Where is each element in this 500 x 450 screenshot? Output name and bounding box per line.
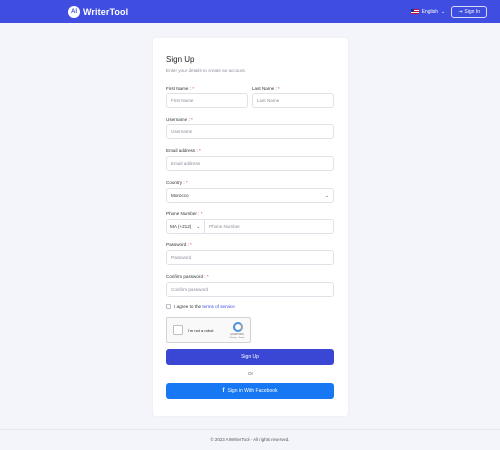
confirm-password-placeholder: Confirm password: [171, 287, 209, 292]
facebook-signin-label: Sign in With Facebook: [227, 388, 278, 394]
language-selector[interactable]: English ⌄: [410, 8, 446, 15]
top-navbar: AI WriterTool English ⌄ ⇥ Sign In: [0, 0, 500, 23]
page-subtitle: Enter your details to create an account.: [166, 68, 246, 73]
chevron-down-icon: ⌄: [324, 193, 329, 199]
username-input[interactable]: Username: [166, 124, 334, 139]
terms-checkbox[interactable]: [166, 304, 171, 309]
first-name-input[interactable]: First Name: [166, 93, 248, 108]
navbar-actions: English ⌄ ⇥ Sign In: [410, 5, 487, 18]
username-label: Username : *: [166, 117, 193, 122]
first-name-label-text: First Name :: [166, 86, 192, 91]
recaptcha-checkbox[interactable]: [173, 325, 183, 335]
email-placeholder: Email address: [171, 161, 201, 166]
last-name-label-text: Last Name :: [252, 86, 277, 91]
last-name-label: Last Name : *: [252, 86, 280, 91]
country-value: Morocco: [171, 193, 189, 198]
facebook-icon: f: [222, 388, 225, 394]
or-divider: Or: [247, 371, 254, 376]
confirm-password-input[interactable]: Confirm password: [166, 282, 334, 297]
email-label-text: Email address :: [166, 148, 198, 153]
terms-link[interactable]: terms of service: [202, 304, 234, 309]
recaptcha-label: I'm not a robot: [188, 328, 214, 333]
signin-label: Sign In: [464, 8, 480, 15]
phone-placeholder: Phone Number: [209, 224, 240, 229]
chevron-down-icon: ⌄: [196, 223, 201, 229]
password-label: Password : *: [166, 242, 192, 247]
terms-text: I agree to the terms of service: [174, 304, 235, 309]
phone-label: Phone Number : *: [166, 211, 203, 216]
country-label: Country : *: [166, 180, 188, 185]
signin-icon: ⇥: [458, 8, 463, 15]
country-select[interactable]: Morocco ⌄: [166, 188, 334, 203]
email-input[interactable]: Email address: [166, 156, 334, 171]
terms-prefix: I agree to the: [174, 304, 202, 309]
last-name-input[interactable]: Last Name: [252, 93, 334, 108]
password-label-text: Password :: [166, 242, 189, 247]
confirm-password-label: Confirm password : *: [166, 274, 209, 279]
password-placeholder: Password: [171, 255, 192, 260]
username-label-text: Username :: [166, 117, 190, 122]
recaptcha-widget: I'm not a robot reCAPTCHA Privacy - Term…: [166, 317, 251, 343]
recaptcha-logo-icon: [233, 322, 243, 332]
language-label: English: [421, 8, 439, 15]
footer-divider: [0, 429, 500, 430]
confirm-password-label-text: Confirm password :: [166, 274, 206, 279]
page-title: Sign Up: [166, 55, 195, 64]
logo[interactable]: AI WriterTool: [68, 5, 129, 18]
logo-badge-icon: AI: [68, 5, 80, 18]
last-name-placeholder: Last Name: [257, 98, 280, 103]
recaptcha-brand: reCAPTCHA: [230, 333, 244, 336]
phone-code-value: MA (+212): [170, 224, 192, 229]
password-input[interactable]: Password: [166, 250, 334, 265]
signup-card: Sign Up Enter your details to create an …: [153, 38, 348, 416]
phone-country-code-select[interactable]: MA (+212) ⌄: [167, 220, 205, 233]
recaptcha-privacy-terms[interactable]: Privacy - Terms: [227, 337, 247, 339]
facebook-signin-button[interactable]: f Sign in With Facebook: [166, 383, 334, 399]
signup-button[interactable]: Sign Up: [166, 349, 334, 365]
first-name-label: First Name : *: [166, 86, 195, 91]
username-placeholder: Username: [171, 129, 193, 134]
us-flag-icon: [410, 9, 419, 14]
phone-label-text: Phone Number :: [166, 211, 200, 216]
phone-input[interactable]: MA (+212) ⌄ Phone Number: [166, 219, 334, 234]
logo-text: WriterTool: [83, 6, 129, 17]
footer-copyright: © 2023 AIWriterTool - All rights reserve…: [210, 437, 290, 442]
chevron-down-icon: ⌄: [441, 8, 446, 15]
email-label: Email address : *: [166, 148, 201, 153]
country-label-text: Country :: [166, 180, 185, 185]
first-name-placeholder: First Name: [171, 98, 194, 103]
signin-button[interactable]: ⇥ Sign In: [451, 5, 487, 18]
